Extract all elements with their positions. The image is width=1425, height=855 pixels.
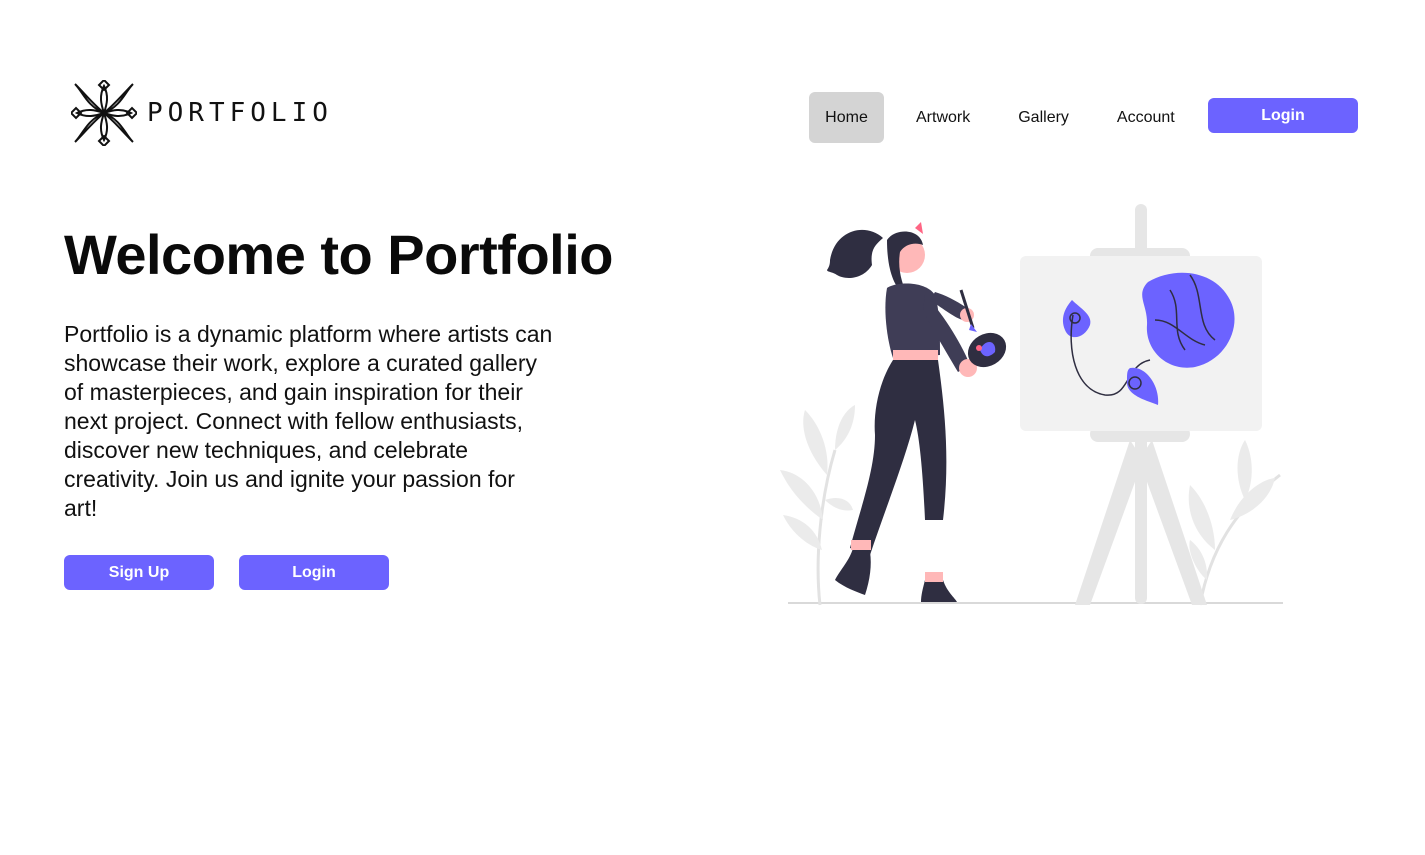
hero-description: Portfolio is a dynamic platform where ar… bbox=[64, 321, 553, 521]
plant-right-icon bbox=[1188, 440, 1281, 606]
nav-home[interactable]: Home bbox=[809, 92, 884, 143]
nav-artwork[interactable]: Artwork bbox=[900, 92, 986, 143]
nav-gallery[interactable]: Gallery bbox=[1002, 92, 1085, 143]
main-nav: Home Artwork Gallery Account bbox=[809, 92, 1191, 143]
artist-painting-illustration bbox=[780, 204, 1283, 606]
brand-name: PORTFOLIO bbox=[147, 98, 333, 128]
flower-ornament-icon bbox=[71, 80, 137, 146]
nav-login-button[interactable]: Login bbox=[1208, 98, 1358, 133]
brand-logo[interactable]: PORTFOLIO bbox=[71, 80, 333, 146]
artist-figure-icon bbox=[827, 222, 1007, 602]
hero-login-button[interactable]: Login bbox=[239, 555, 389, 590]
sign-up-button[interactable]: Sign Up bbox=[64, 555, 214, 590]
hero-title: Welcome to Portfolio bbox=[64, 223, 614, 286]
nav-account[interactable]: Account bbox=[1101, 92, 1191, 143]
